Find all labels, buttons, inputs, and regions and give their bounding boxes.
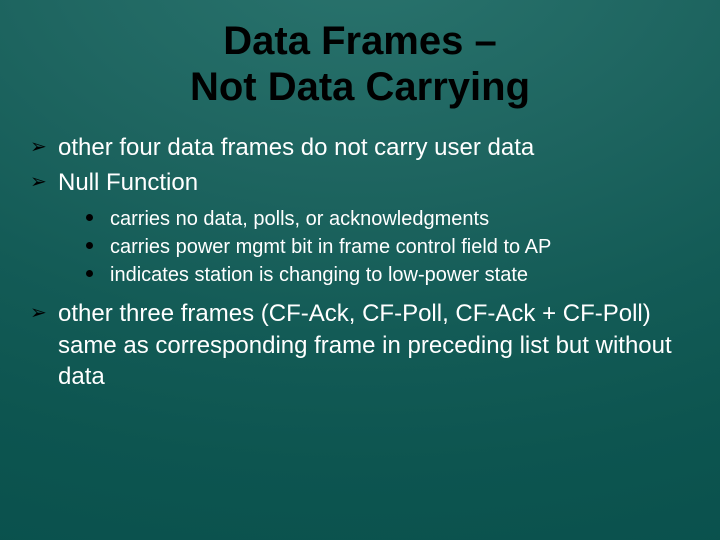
bullet-list-level2: carries no data, polls, or acknowledgmen… bbox=[58, 206, 690, 288]
arrow-bullet-icon: ➢ bbox=[30, 169, 47, 195]
arrow-bullet-icon: ➢ bbox=[30, 300, 47, 326]
dot-bullet-icon bbox=[86, 214, 93, 221]
dot-bullet-icon bbox=[86, 270, 93, 277]
sub-bullet-item: carries power mgmt bit in frame control … bbox=[86, 234, 690, 260]
dot-bullet-icon bbox=[86, 242, 93, 249]
arrow-bullet-icon: ➢ bbox=[30, 134, 47, 160]
sub-bullet-text: indicates station is changing to low-pow… bbox=[110, 264, 528, 286]
slide-title: Data Frames – Not Data Carrying bbox=[30, 18, 690, 110]
bullet-text: other four data frames do not carry user… bbox=[58, 134, 534, 161]
bullet-text: Null Function bbox=[58, 169, 198, 196]
sub-bullet-item: carries no data, polls, or acknowledgmen… bbox=[86, 206, 690, 232]
sub-bullet-text: carries power mgmt bit in frame control … bbox=[110, 236, 551, 258]
slide: Data Frames – Not Data Carrying ➢ other … bbox=[0, 0, 720, 540]
slide-body: ➢ other four data frames do not carry us… bbox=[30, 132, 690, 392]
bullet-text: other three frames (CF-Ack, CF-Poll, CF-… bbox=[58, 300, 672, 389]
sub-bullet-item: indicates station is changing to low-pow… bbox=[86, 262, 690, 288]
bullet-item: ➢ other four data frames do not carry us… bbox=[30, 132, 690, 163]
bullet-item: ➢ Null Function carries no data, polls, … bbox=[30, 167, 690, 288]
bullet-list-level1: ➢ other four data frames do not carry us… bbox=[30, 132, 690, 392]
sub-bullet-text: carries no data, polls, or acknowledgmen… bbox=[110, 208, 489, 230]
bullet-item: ➢ other three frames (CF-Ack, CF-Poll, C… bbox=[30, 298, 690, 392]
